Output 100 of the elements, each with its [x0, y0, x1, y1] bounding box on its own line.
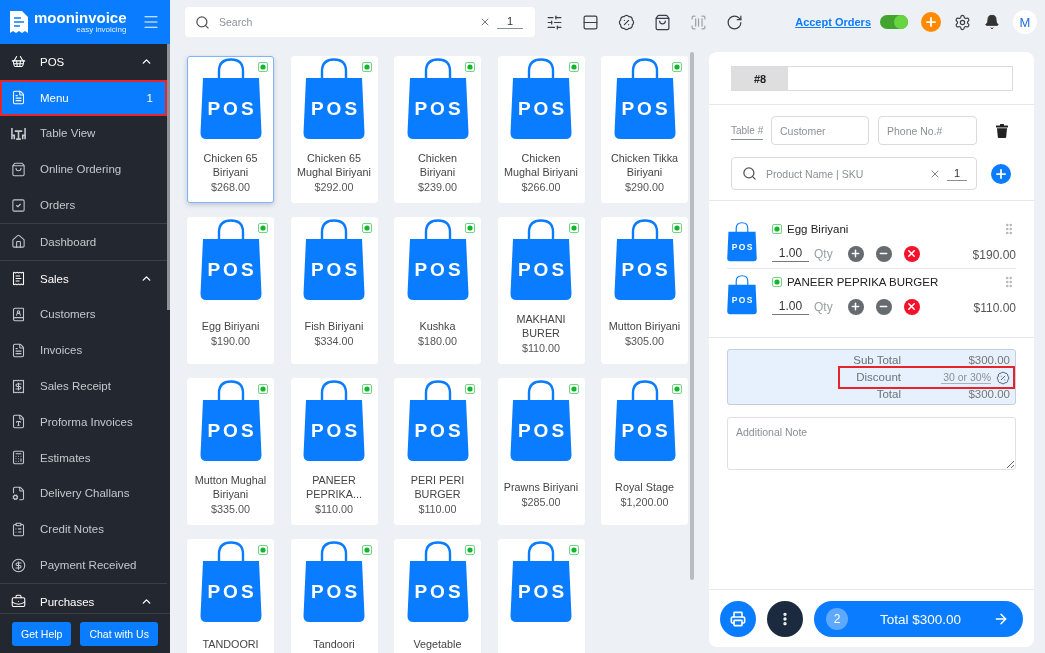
- search-field[interactable]: Search 1: [185, 7, 535, 37]
- shopping-bag-icon: [303, 380, 365, 462]
- settings-icon[interactable]: [954, 13, 971, 31]
- note-field[interactable]: Additional Note: [727, 417, 1016, 470]
- bag-label: POS: [620, 420, 671, 440]
- cart-item-price: $190.00: [972, 248, 1016, 262]
- quantity-field[interactable]: 1.00: [772, 245, 809, 262]
- sidebar-section[interactable]: Sales: [0, 260, 167, 297]
- sidebar-section[interactable]: Purchases: [0, 583, 167, 613]
- product-card[interactable]: POS Chicken Tikka Biriyani $290.00: [601, 56, 688, 203]
- product-name: Fish Biriyani: [304, 319, 364, 334]
- product-card[interactable]: POS Tandoori: [290, 539, 378, 653]
- total-label: Discount: [855, 371, 901, 384]
- phone-field[interactable]: Phone No.#: [878, 116, 977, 145]
- chat-button[interactable]: Chat with Us: [80, 621, 158, 646]
- accept-orders-link[interactable]: Accept Orders: [795, 16, 871, 28]
- sidebar-item[interactable]: Sales Receipt: [0, 368, 167, 404]
- sidebar-item[interactable]: Proforma Invoices: [0, 403, 167, 440]
- decrease-button[interactable]: [875, 298, 892, 315]
- sidebar-item[interactable]: Dashboard: [0, 224, 167, 260]
- dot-in-square-icon: [465, 62, 475, 72]
- add-product-button[interactable]: [991, 163, 1011, 184]
- product-card[interactable]: POS Royal Stage $1,200.00: [601, 378, 688, 525]
- menu-icon[interactable]: [142, 13, 160, 31]
- bag-label: POS: [413, 98, 464, 118]
- sidebar-section[interactable]: POS: [0, 44, 167, 80]
- plus-icon: [850, 301, 862, 312]
- product-price: $268.00: [211, 179, 250, 195]
- scrollbar-thumb[interactable]: [167, 44, 170, 310]
- brand-name: mooninvoice: [34, 10, 127, 25]
- product-card[interactable]: POS Chicken 65 Biriyani $268.00: [187, 56, 274, 203]
- product-card[interactable]: POS Chicken 65 Mughal Biriyani $292.00: [290, 56, 378, 203]
- sidebar-item[interactable]: Estimates: [0, 439, 167, 476]
- product-card[interactable]: POS Egg Biriyani $190.00: [187, 217, 274, 364]
- product-card[interactable]: POS PANEER PEPRIKA... $110.00: [290, 378, 378, 525]
- product-card[interactable]: POS: [497, 539, 585, 653]
- discount-field[interactable]: 30 or 30%: [941, 371, 991, 384]
- sidebar-item[interactable]: Payment Received: [0, 547, 167, 583]
- checkout-button[interactable]: 2 Total $300.00: [814, 601, 1023, 637]
- sidebar-item[interactable]: Delivery Challans: [0, 475, 167, 512]
- accept-orders-toggle[interactable]: [880, 15, 908, 29]
- quantity-field[interactable]: 1.00: [772, 298, 809, 315]
- clear-icon[interactable]: [479, 16, 491, 28]
- sidebar-item[interactable]: Credit Notes: [0, 511, 167, 548]
- shopping-bag-icon: [510, 219, 572, 301]
- product-card[interactable]: POS TANDOORI: [187, 539, 274, 653]
- increase-button[interactable]: [847, 245, 864, 262]
- product-card[interactable]: POS Mutton Mughal Biriyani $335.00: [187, 378, 274, 525]
- percent-badge-icon[interactable]: [617, 13, 635, 31]
- dot-in-square-icon: [258, 545, 268, 555]
- dot-in-square-icon: [465, 384, 475, 394]
- table-number-field[interactable]: Table #: [731, 121, 763, 140]
- decrease-button[interactable]: [875, 245, 892, 262]
- bag-label: POS: [516, 98, 568, 118]
- product-card[interactable]: POS Vegetable: [394, 539, 481, 653]
- shopping-bag-icon: [199, 219, 262, 301]
- product-card[interactable]: POS Chicken Mughal Biriyani $266.00: [497, 56, 585, 203]
- customer-field[interactable]: Customer: [771, 116, 869, 145]
- cart-item-name: PANEER PEPRIKA BURGER: [787, 275, 939, 288]
- sidebar-item[interactable]: Table View: [0, 115, 167, 152]
- document-gear-icon: [11, 485, 26, 501]
- more-button[interactable]: [767, 601, 803, 637]
- sidebar-item[interactable]: Customers: [0, 296, 167, 333]
- refresh-icon[interactable]: [725, 13, 743, 31]
- brand-tagline: easy invoicing: [76, 26, 127, 34]
- quantity-label: Qty: [814, 246, 833, 261]
- percent-badge-icon[interactable]: [996, 370, 1010, 385]
- sidebar-item[interactable]: Orders: [0, 187, 167, 223]
- product-card[interactable]: POS Fish Biriyani $334.00: [290, 217, 378, 364]
- scrollbar-thumb[interactable]: [690, 52, 694, 580]
- bag-label: POS: [206, 98, 257, 118]
- bell-icon[interactable]: [984, 14, 1000, 30]
- sidebar-item[interactable]: Invoices: [0, 332, 167, 369]
- dot-in-square-icon: [772, 223, 782, 234]
- quantity-field[interactable]: 1: [497, 15, 523, 29]
- sidebar-item[interactable]: Online Ordering: [0, 151, 167, 188]
- bag-label: POS: [206, 259, 257, 279]
- product-card[interactable]: POS Prawns Biriyani $285.00: [497, 378, 585, 525]
- trash-icon[interactable]: [996, 123, 1008, 138]
- order-tab[interactable]: #8: [732, 67, 788, 90]
- product-card[interactable]: POS MAKHANI BURER $110.00: [497, 217, 585, 364]
- product-card[interactable]: POS PERI PERI BURGER $110.00: [394, 378, 481, 525]
- avatar[interactable]: M: [1013, 10, 1037, 34]
- bag-icon[interactable]: [653, 13, 671, 31]
- product-card[interactable]: POS Kushka $180.00: [394, 217, 481, 364]
- product-card[interactable]: POS Mutton Biriyani $305.00: [601, 217, 688, 364]
- remove-button[interactable]: [903, 298, 920, 315]
- sliders-icon[interactable]: [545, 13, 563, 31]
- layout-rows-icon[interactable]: [581, 13, 599, 31]
- remove-button[interactable]: [903, 245, 920, 262]
- product-search-field[interactable]: Product Name | SKU 1: [731, 157, 977, 190]
- product-name: Chicken Biriyani: [417, 150, 458, 180]
- arrow-right-icon: [993, 611, 1009, 627]
- sidebar-item[interactable]: Menu 1: [0, 79, 167, 116]
- product-name: Royal Stage: [615, 480, 674, 495]
- print-button[interactable]: [720, 601, 756, 637]
- help-button[interactable]: Get Help: [12, 621, 72, 646]
- quantity-field[interactable]: 1: [947, 166, 967, 181]
- product-card[interactable]: POS Chicken Biriyani $239.00: [394, 56, 481, 203]
- increase-button[interactable]: [847, 298, 864, 315]
